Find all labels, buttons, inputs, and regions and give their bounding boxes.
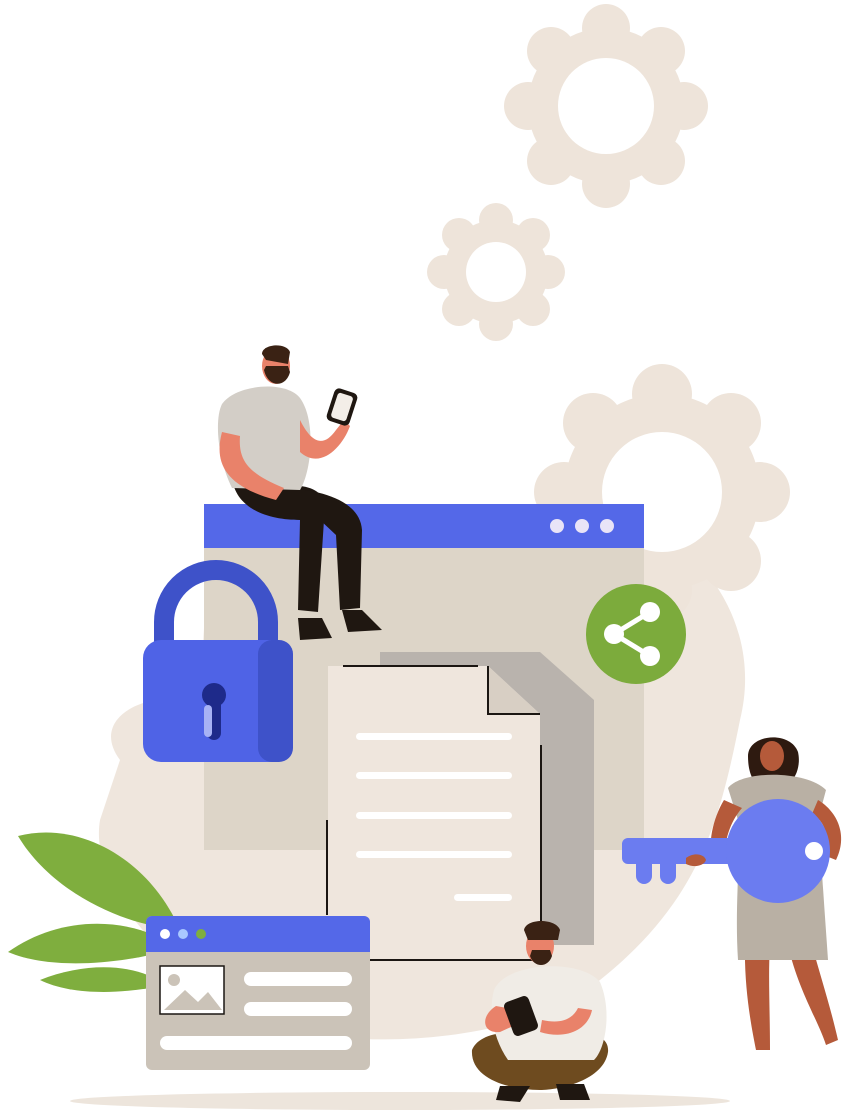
text-line	[356, 772, 512, 779]
window-dot	[550, 519, 564, 533]
window-dot	[575, 519, 589, 533]
small-browser-window	[146, 916, 370, 1070]
text-line	[356, 812, 512, 819]
illustration-scene	[0, 0, 849, 1111]
text-line	[356, 733, 512, 740]
window-dot	[600, 519, 614, 533]
image-icon	[159, 965, 225, 1015]
illustration-canvas	[8, 4, 842, 1110]
text-line	[454, 894, 512, 901]
document	[326, 652, 594, 961]
share-icon	[586, 584, 686, 684]
gear-icon	[504, 4, 708, 208]
ground-shadow	[70, 1092, 730, 1110]
phone-icon	[326, 388, 358, 426]
text-line	[356, 851, 512, 858]
gear-icon	[427, 203, 565, 341]
